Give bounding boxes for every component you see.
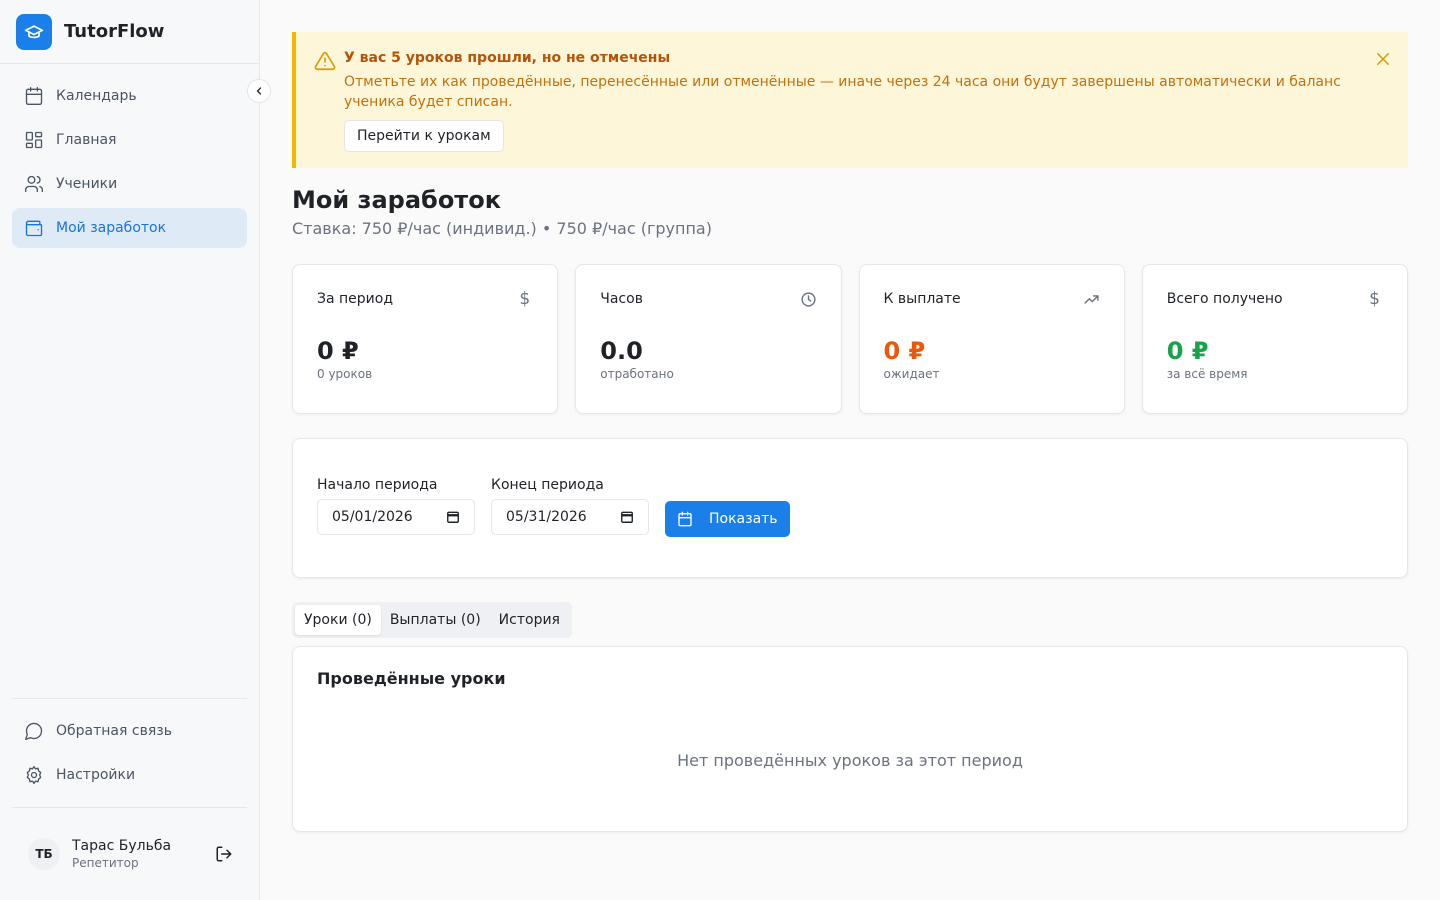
completed-lessons-panel: Проведённые уроки Нет проведённых уроков…: [292, 646, 1408, 832]
nav-item-calendar[interactable]: Календарь: [12, 76, 247, 116]
calendar-icon: [25, 87, 43, 105]
nav-item-students[interactable]: Ученики: [12, 164, 247, 204]
tab-payouts[interactable]: Выплаты (0): [381, 605, 490, 635]
nav-item-label: Главная: [56, 132, 117, 148]
go-to-lessons-button[interactable]: Перейти к урокам: [344, 120, 504, 152]
card-value: 0.0: [600, 337, 643, 365]
nav-item-home[interactable]: Главная: [12, 120, 247, 160]
period-filter: Начало периода 05/01/2026 Конец периода …: [292, 438, 1408, 578]
graduation-cap-icon: [16, 13, 52, 50]
dollar-icon: $: [1369, 289, 1380, 309]
card-label: К выплате: [883, 291, 961, 307]
message-icon: [25, 722, 43, 740]
calendar-icon: [447, 511, 459, 523]
rate-subtitle: Ставка: 750 ₽/час (индивид.) • 750 ₽/час…: [292, 219, 712, 238]
nav-item-label: Настройки: [56, 767, 136, 783]
start-date-value: 05/01/2026: [332, 509, 413, 525]
user-role: Репетитор: [72, 856, 139, 870]
stat-card-hours: Часов 0.0 отработано: [575, 264, 842, 414]
end-date-group: Конец периода 05/31/2026: [491, 477, 649, 535]
app-name: TutorFlow: [64, 21, 165, 42]
tab-lessons[interactable]: Уроки (0): [295, 605, 381, 635]
main-content: У вас 5 уроков прошли, но не отмечены От…: [292, 32, 1408, 832]
trending-up-icon: [1084, 295, 1099, 304]
dollar-icon: $: [519, 289, 531, 309]
start-date-label: Начало периода: [317, 477, 438, 493]
start-date-group: Начало периода 05/01/2026: [317, 477, 475, 535]
tab-history[interactable]: История: [490, 605, 569, 635]
alert-text: Отметьте их как проведённые, перенесённы…: [344, 74, 1341, 110]
start-date-input[interactable]: 05/01/2026: [317, 499, 475, 535]
nav-item-earnings[interactable]: Мой заработок: [12, 208, 247, 248]
tabs: Уроки (0) Выплаты (0) История: [292, 602, 572, 638]
end-date-input[interactable]: 05/31/2026: [491, 499, 649, 535]
nav-item-label: Календарь: [56, 88, 137, 104]
card-value: 0 ₽: [317, 337, 359, 365]
stat-cards: За период $ 0 ₽ 0 уроков Часов 0.0 отраб…: [292, 264, 1408, 414]
show-button-label: Показать: [709, 511, 778, 527]
card-note: за всё время: [1166, 367, 1248, 381]
nav-item-label: Мой заработок: [56, 220, 167, 236]
alert-title: У вас 5 уроков прошли, но не отмечены: [344, 50, 671, 66]
wallet-icon: [25, 220, 43, 237]
user-name: Тарас Бульба: [72, 838, 172, 854]
warning-icon: [314, 51, 336, 71]
dashboard-icon: [25, 131, 43, 149]
end-date-label: Конец периода: [491, 477, 604, 493]
card-value: 0 ₽: [1166, 337, 1209, 365]
nav-item-label: Обратная связь: [56, 723, 172, 739]
card-label: Часов: [600, 291, 643, 307]
user-info: Тарас Бульба Репетитор: [72, 838, 171, 870]
calendar-icon: [678, 511, 692, 527]
show-button[interactable]: Показать: [665, 501, 790, 537]
calendar-icon: [621, 511, 633, 523]
nav-item-feedback[interactable]: Обратная связь: [12, 711, 247, 751]
users-icon: [25, 175, 44, 193]
gear-icon: [26, 766, 42, 784]
card-note: 0 уроков: [317, 367, 373, 381]
user-profile[interactable]: ТБ Тарас Бульба Репетитор: [12, 807, 247, 900]
stat-card-period: За период $ 0 ₽ 0 уроков: [292, 264, 559, 414]
sidebar: TutorFlow Календарь Главная Ученики Мой …: [0, 0, 260, 900]
logout-icon[interactable]: [215, 845, 233, 863]
close-icon[interactable]: [1374, 50, 1392, 68]
stat-card-payout: К выплате 0 ₽ ожидает: [858, 264, 1125, 414]
card-note: отработано: [600, 367, 674, 381]
chevron-left-icon: [256, 87, 262, 95]
brand[interactable]: TutorFlow: [0, 0, 259, 64]
clock-icon: [800, 292, 816, 307]
sidebar-collapse-button[interactable]: [247, 79, 271, 103]
main-nav: Календарь Главная Ученики Мой заработок: [12, 76, 247, 252]
card-note: ожидает: [883, 367, 940, 381]
empty-state-text: Нет проведённых уроков за этот период: [677, 751, 1023, 770]
stat-card-total: Всего получено $ 0 ₽ за всё время: [1141, 264, 1408, 414]
panel-title: Проведённые уроки: [317, 669, 506, 688]
card-value: 0 ₽: [883, 337, 926, 365]
card-label: Всего получено: [1166, 291, 1283, 307]
end-date-value: 05/31/2026: [506, 509, 587, 525]
page-title: Мой заработок: [292, 186, 501, 214]
secondary-nav: Обратная связь Настройки: [12, 698, 247, 799]
nav-item-label: Ученики: [56, 176, 118, 192]
unmarked-lessons-alert: У вас 5 уроков прошли, но не отмечены От…: [292, 32, 1408, 168]
avatar: ТБ: [28, 838, 60, 870]
card-label: За период: [317, 291, 394, 307]
nav-item-settings[interactable]: Настройки: [12, 755, 247, 795]
